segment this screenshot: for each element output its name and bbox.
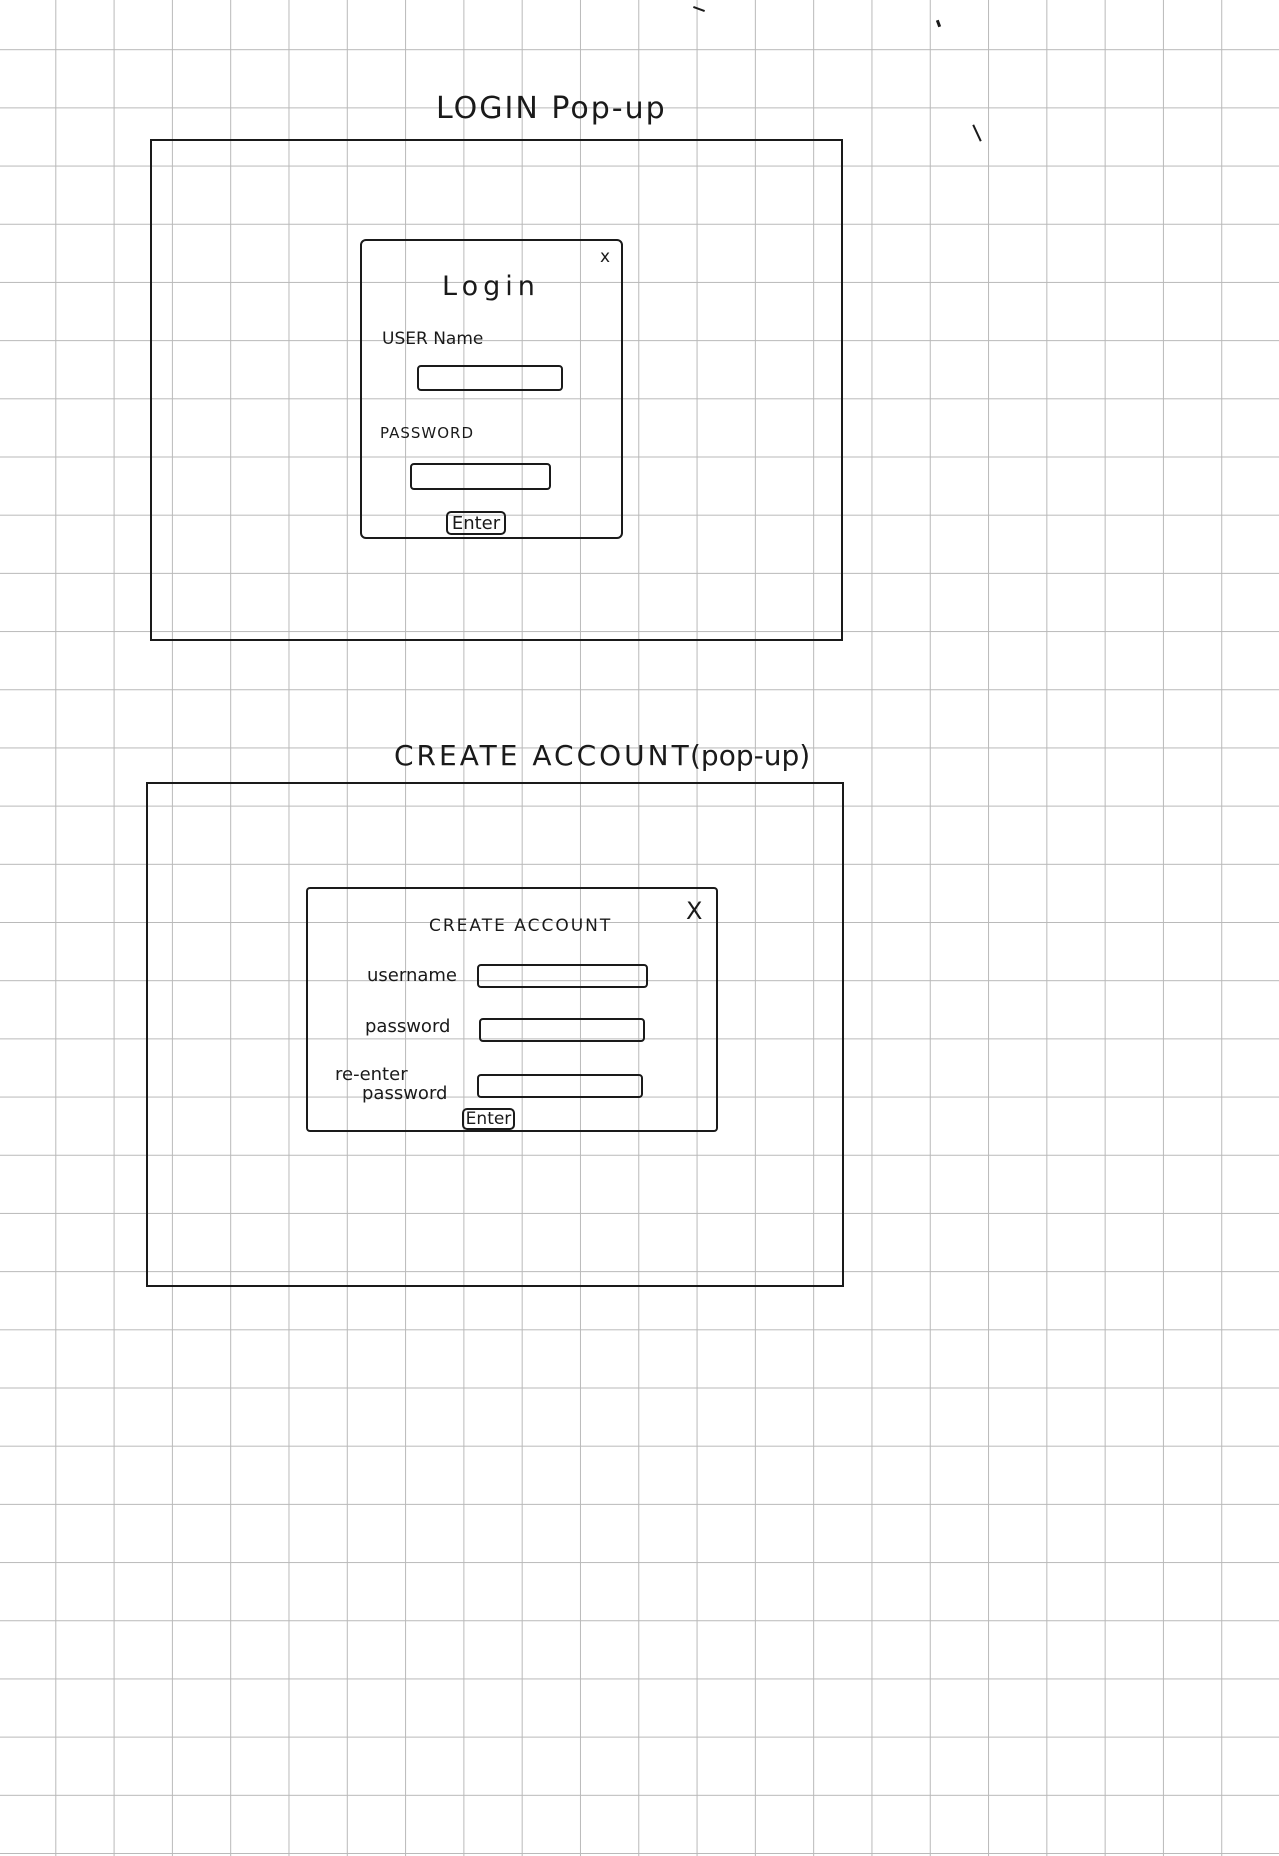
login-dialog-title: Login <box>442 271 540 302</box>
create-section-heading-suffix: (pop-up) <box>690 739 811 772</box>
pencil-mark <box>972 124 982 142</box>
create-account-enter-button[interactable]: Enter <box>462 1108 515 1130</box>
pencil-mark <box>935 19 942 28</box>
create-account-dialog-title: CREATE ACCOUNT <box>429 916 613 936</box>
username-input[interactable] <box>477 964 648 988</box>
password-input[interactable] <box>479 1018 645 1042</box>
reenter-password-label-line1: re-enter <box>335 1064 408 1085</box>
pencil-mark <box>693 6 705 12</box>
create-account-dialog: X CREATE ACCOUNT username password re-en… <box>306 887 718 1132</box>
username-input[interactable] <box>417 365 563 391</box>
password-label: password <box>365 1016 451 1037</box>
close-icon[interactable]: X <box>686 899 702 923</box>
reenter-password-input[interactable] <box>477 1074 643 1098</box>
login-enter-button[interactable]: Enter <box>446 511 506 535</box>
username-label: USER Name <box>382 329 484 349</box>
username-label: username <box>367 965 457 986</box>
login-section-heading: LOGIN Pop-up <box>436 91 667 126</box>
password-input[interactable] <box>410 463 551 490</box>
password-label: PASSWORD <box>380 424 475 442</box>
login-dialog: x Login USER Name PASSWORD Enter <box>360 239 623 539</box>
create-section-heading: CREATE ACCOUNT <box>394 739 692 772</box>
close-icon[interactable]: x <box>600 249 610 266</box>
reenter-password-label-line2: password <box>362 1083 448 1104</box>
